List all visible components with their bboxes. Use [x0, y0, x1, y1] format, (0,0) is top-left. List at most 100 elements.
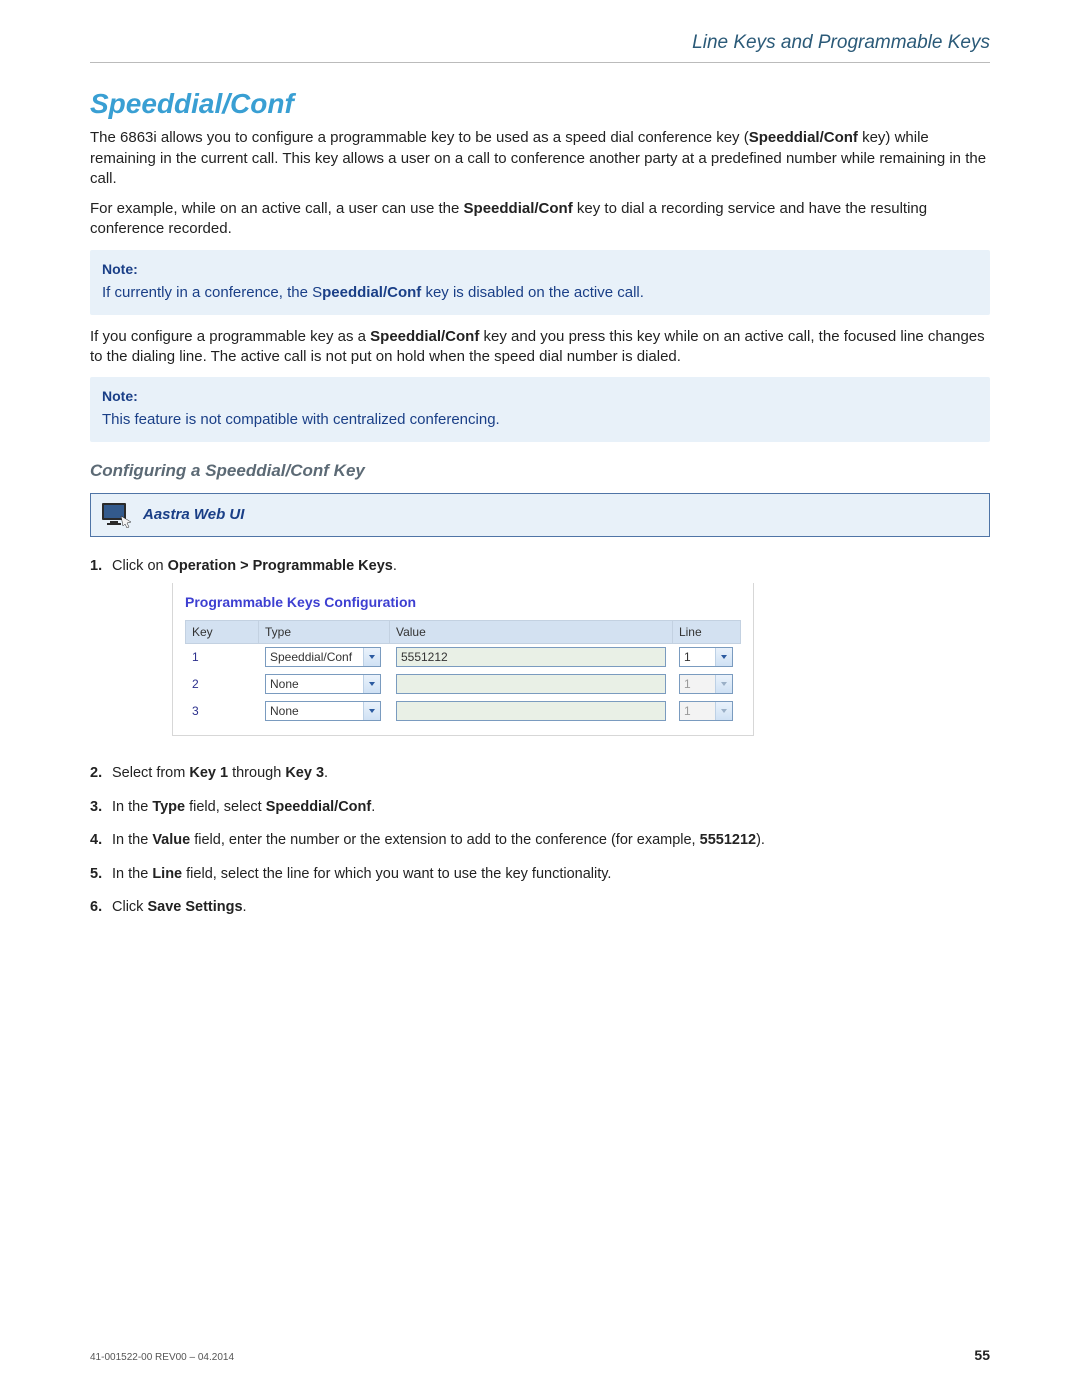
line-cell: 1: [672, 671, 740, 698]
bold: 5551212: [700, 832, 756, 848]
step-2: Select from Key 1 through Key 3.: [90, 758, 990, 792]
text: For example, while on an active call, a …: [90, 200, 464, 217]
text: If currently in a conference, the S: [102, 284, 322, 301]
chevron-down-icon: [715, 648, 732, 666]
key-cell: 1: [186, 644, 259, 671]
type-select[interactable]: Speeddial/Conf: [265, 647, 381, 667]
col-type: Type: [259, 620, 390, 643]
note-heading: Note:: [102, 387, 978, 406]
table-row: 1 Speeddial/Conf 5551212 1: [186, 644, 741, 671]
text: key is disabled on the active call.: [421, 284, 644, 301]
config-table: Key Type Value Line 1 Speeddial/Conf: [185, 620, 741, 725]
line-cell: 1: [672, 698, 740, 725]
step-3: In the Type field, select Speeddial/Conf…: [90, 792, 990, 826]
text: field, select: [185, 799, 266, 815]
monitor-icon: [101, 502, 131, 528]
col-value: Value: [389, 620, 672, 643]
value-input[interactable]: [396, 701, 666, 721]
bold: Line: [152, 866, 182, 882]
type-select[interactable]: None: [265, 701, 381, 721]
text: In the: [112, 832, 152, 848]
text: .: [393, 558, 397, 574]
type-select[interactable]: None: [265, 674, 381, 694]
table-row: 2 None 1: [186, 671, 741, 698]
bold-path: Operation > Programmable Keys: [168, 558, 393, 574]
select-value: 1: [684, 676, 691, 692]
select-value: None: [270, 676, 299, 692]
note-heading: Note:: [102, 260, 978, 279]
running-header: Line Keys and Programmable Keys: [90, 30, 990, 62]
value-input[interactable]: [396, 674, 666, 694]
value-cell: [389, 698, 672, 725]
chevron-down-icon: [715, 675, 732, 693]
type-cell: Speeddial/Conf: [259, 644, 390, 671]
text: ).: [756, 832, 765, 848]
col-line: Line: [672, 620, 740, 643]
key-cell: 3: [186, 698, 259, 725]
type-cell: None: [259, 698, 390, 725]
text: The 6863i allows you to configure a prog…: [90, 129, 749, 146]
chevron-down-icon: [363, 675, 380, 693]
bold: Key 1: [189, 765, 228, 781]
paragraph-3: If you configure a programmable key as a…: [90, 327, 990, 368]
text: Click: [112, 899, 147, 915]
bold-speeddialconf: Speeddial/Conf: [464, 200, 573, 217]
step-1: Click on Operation > Programmable Keys. …: [90, 551, 990, 758]
text: field, enter the number or the extension…: [190, 832, 699, 848]
text: Click on: [112, 558, 168, 574]
bold-speeddialconf: peeddial/Conf: [322, 284, 421, 301]
steps-list: Click on Operation > Programmable Keys. …: [90, 551, 990, 925]
webui-banner: Aastra Web UI: [90, 493, 990, 537]
line-select-disabled: 1: [679, 674, 733, 694]
text: In the: [112, 799, 152, 815]
bold-speeddialconf: Speeddial/Conf: [749, 129, 858, 146]
chevron-down-icon: [363, 702, 380, 720]
subsection-title: Configuring a Speeddial/Conf Key: [90, 460, 990, 483]
bold: Save Settings: [147, 899, 242, 915]
header-rule: [90, 62, 990, 63]
table-row: 3 None 1: [186, 698, 741, 725]
input-value: 5551212: [401, 649, 448, 665]
value-cell: [389, 671, 672, 698]
webui-label: Aastra Web UI: [143, 505, 244, 525]
type-cell: None: [259, 671, 390, 698]
text: .: [371, 799, 375, 815]
chevron-down-icon: [363, 648, 380, 666]
note-box-1: Note: If currently in a conference, the …: [90, 250, 990, 315]
paragraph-1: The 6863i allows you to configure a prog…: [90, 128, 990, 189]
line-select[interactable]: 1: [679, 647, 733, 667]
note-box-2: Note: This feature is not compatible wit…: [90, 377, 990, 442]
config-title: Programmable Keys Configuration: [173, 583, 753, 620]
select-value: None: [270, 703, 299, 719]
bold: Type: [152, 799, 185, 815]
footer-docid: 41-001522-00 REV00 – 04.2014: [90, 1351, 234, 1365]
col-key: Key: [186, 620, 259, 643]
bold: Speeddial/Conf: [266, 799, 372, 815]
text: .: [243, 899, 247, 915]
text: Select from: [112, 765, 189, 781]
select-value: Speeddial/Conf: [270, 649, 352, 665]
text: In the: [112, 866, 152, 882]
note-text: This feature is not compatible with cent…: [102, 410, 978, 430]
chevron-down-icon: [715, 702, 732, 720]
line-cell: 1: [672, 644, 740, 671]
text: through: [228, 765, 285, 781]
section-title: Speeddial/Conf: [90, 85, 990, 123]
step-6: Click Save Settings.: [90, 892, 990, 926]
line-select-disabled: 1: [679, 701, 733, 721]
select-value: 1: [684, 703, 691, 719]
config-screenshot: Programmable Keys Configuration Key Type…: [172, 583, 754, 736]
page-number: 55: [974, 1346, 990, 1365]
text: .: [324, 765, 328, 781]
bold: Key 3: [285, 765, 324, 781]
value-input[interactable]: 5551212: [396, 647, 666, 667]
bold: Value: [152, 832, 190, 848]
page-footer: 41-001522-00 REV00 – 04.2014 55: [90, 1346, 990, 1365]
table-header-row: Key Type Value Line: [186, 620, 741, 643]
text: field, select the line for which you wan…: [182, 866, 611, 882]
paragraph-2: For example, while on an active call, a …: [90, 199, 990, 240]
text: If you configure a programmable key as a: [90, 328, 370, 345]
note-text: If currently in a conference, the Speedd…: [102, 283, 978, 303]
select-value: 1: [684, 649, 691, 665]
step-4: In the Value field, enter the number or …: [90, 825, 990, 859]
